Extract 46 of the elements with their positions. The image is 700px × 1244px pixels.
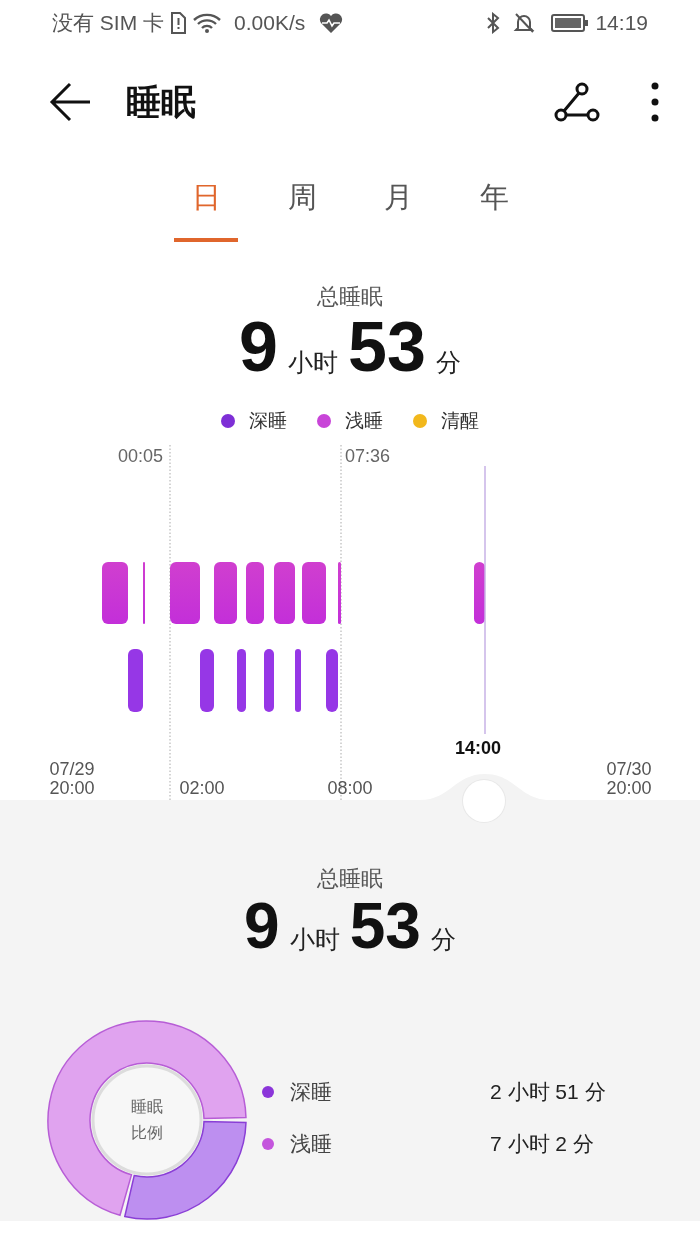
axis-date-label: 07/29 [49,760,95,780]
axis-time-label: 08:00 [327,779,373,798]
network-speed: 0.00K/s [234,11,306,35]
legend-label: 深睡 [249,409,287,433]
total-sleep-label: 总睡眠 [317,283,383,311]
heart-rate-icon [319,12,344,34]
hours-value: 9 [244,894,280,958]
carrier-text: 没有 SIM 卡 [52,10,164,36]
axis-time-label: 20:00 [49,779,95,798]
stage-duration: 7 小时 2 分 [490,1131,594,1157]
ratio-label: 睡眠比例 [130,1097,164,1143]
legend-label: 浅睡 [345,409,383,433]
axis-time-label: 02:00 [179,779,225,798]
more-button[interactable] [650,81,660,123]
stage-duration: 2 小时 51 分 [490,1079,606,1105]
stage-label: 深睡 [290,1079,333,1105]
share-button[interactable] [554,82,600,122]
muted-bell-icon [513,12,536,34]
minutes-value: 53 [348,312,426,382]
sleep-end-time: 07:36 [345,446,391,467]
stage-label: 浅睡 [290,1131,333,1157]
period-tab[interactable]: 月 [366,158,430,242]
axis-date-label: 07/30 [606,760,652,780]
clock-time: 14:19 [595,11,648,35]
period-tab[interactable]: 周 [270,158,334,242]
hours-value: 9 [239,312,279,382]
hours-unit: 小时 [288,350,339,375]
wifi-icon [192,12,222,34]
share-icon [554,82,600,122]
battery-icon [551,13,590,33]
period-tab[interactable]: 年 [462,158,526,242]
minutes-unit: 分 [435,350,461,375]
legend-label: 清醒 [441,409,479,433]
cursor-time: 14:00 [455,738,502,759]
back-button[interactable] [48,82,92,122]
hours-unit: 小时 [289,927,340,952]
more-icon [650,81,660,123]
minutes-value: 53 [349,894,421,958]
back-arrow-icon [48,82,92,122]
page-title: 睡眠 [126,80,197,123]
axis-time-label: 20:00 [606,779,652,798]
minutes-unit: 分 [430,927,456,952]
total-sleep-label: 总睡眠 [317,865,383,893]
bluetooth-icon [485,12,502,34]
sim-card-icon [170,12,186,34]
sleep-start-time: 00:05 [118,446,164,467]
